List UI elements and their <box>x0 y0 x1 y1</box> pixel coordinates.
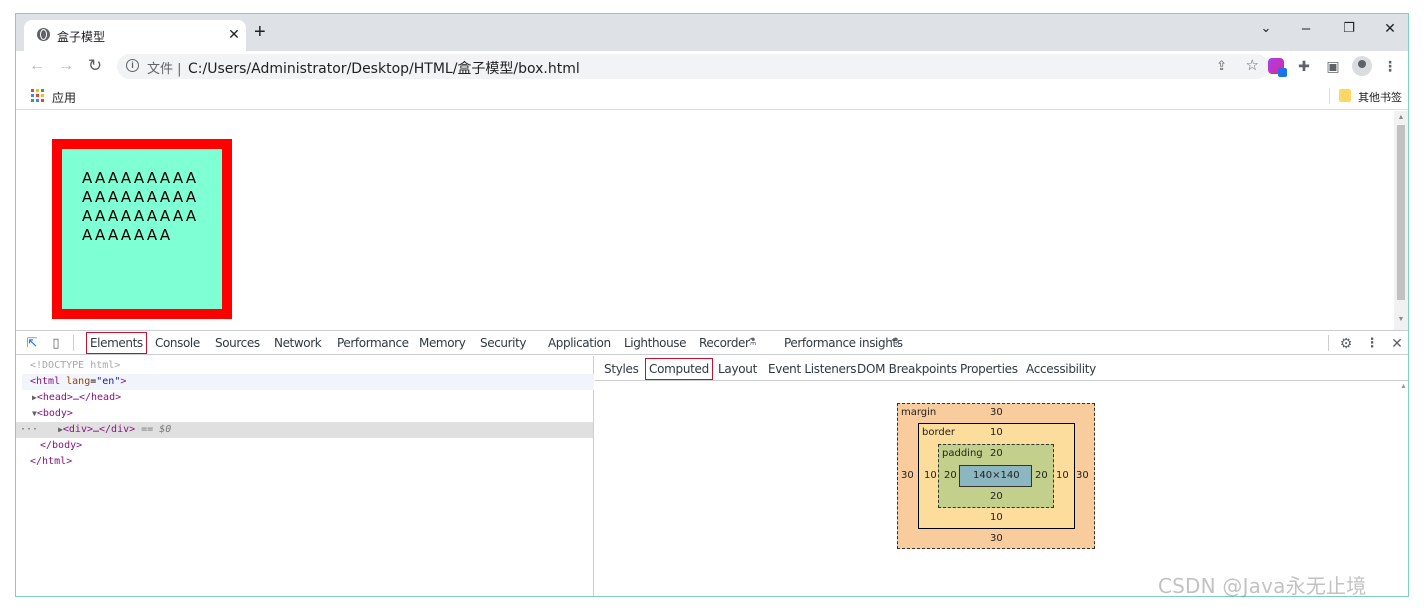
tab-strip: 盒子模型 ✕ + ⌄ – ❐ ✕ <box>16 14 1408 51</box>
address-bar[interactable]: i 文件 | C:/Users/Administrator/Desktop/HT… <box>117 54 1269 79</box>
border-top-value[interactable]: 10 <box>990 427 1003 439</box>
tab-recorder[interactable]: Recorder <box>699 336 750 350</box>
margin-right-value[interactable]: 30 <box>1076 470 1089 482</box>
site-info-icon[interactable]: i <box>126 59 139 72</box>
flask-icon: ⚗ <box>890 337 900 348</box>
share-icon[interactable]: ⇪ <box>1216 58 1227 74</box>
profile-avatar[interactable] <box>1352 56 1372 76</box>
tab-security[interactable]: Security <box>480 336 526 350</box>
body-node[interactable]: ▼<body> <box>32 406 609 422</box>
restore-button[interactable]: ❐ <box>1334 20 1364 36</box>
devtools-menu-icon[interactable]: ⋮ <box>1364 335 1380 351</box>
tab-performance[interactable]: Performance <box>337 336 409 350</box>
tab-network[interactable]: Network <box>274 336 322 350</box>
tab-dom-breakpoints[interactable]: DOM Breakpoints <box>857 362 957 376</box>
tab-layout[interactable]: Layout <box>718 362 757 376</box>
demo-box: AAAAAAAAAAAAAAAAAAAAAAAAAAAAAAAAAA <box>52 139 232 319</box>
apps-grid-icon[interactable] <box>31 89 44 102</box>
bookmarks-bar: 应用 其他书签 <box>16 83 1408 110</box>
elements-tree: <!DOCTYPE html> <html lang="en"> ▶<head>… <box>16 356 594 596</box>
browser-toolbar: ← → ↻ i 文件 | C:/Users/Administrator/Desk… <box>16 51 1408 81</box>
browser-tab[interactable]: 盒子模型 ✕ <box>24 20 246 51</box>
border-left-value[interactable]: 10 <box>924 470 937 482</box>
scroll-thumb[interactable] <box>1397 125 1405 300</box>
div-node-selected[interactable]: ··· ▶<div>…</div> == $0 <box>16 422 593 438</box>
back-button[interactable]: ← <box>26 56 48 76</box>
padding-left-value[interactable]: 20 <box>944 470 957 482</box>
tab-elements[interactable]: Elements <box>86 332 147 354</box>
forward-button[interactable]: → <box>55 56 77 76</box>
head-node[interactable]: ▶<head>…</head> <box>32 390 609 406</box>
reload-button[interactable]: ↻ <box>84 56 106 76</box>
inspect-element-icon[interactable]: ⇱ <box>24 335 40 351</box>
bookmark-star-icon[interactable]: ☆ <box>1246 56 1259 74</box>
flask-icon: ⚗ <box>747 337 757 348</box>
tab-search-icon[interactable]: ⌄ <box>1251 20 1281 36</box>
window-close-button[interactable]: ✕ <box>1375 20 1405 37</box>
content-size-value[interactable]: 140×140 <box>973 470 1020 482</box>
padding-top-value[interactable]: 20 <box>990 448 1003 460</box>
tab-application[interactable]: Application <box>548 336 611 350</box>
margin-bottom-value[interactable]: 30 <box>990 533 1003 545</box>
bookmarks-divider <box>1329 88 1330 104</box>
tab-lighthouse[interactable]: Lighthouse <box>624 336 687 350</box>
padding-bottom-value[interactable]: 20 <box>990 491 1003 503</box>
minimize-button[interactable]: – <box>1291 20 1321 37</box>
kebab-menu-icon[interactable]: ⋮ <box>1380 56 1400 76</box>
padding-label: padding <box>942 448 983 459</box>
devtools-panel: ⇱ ▯ Elements Console Sources Network Per… <box>16 330 1408 596</box>
folder-icon <box>1339 89 1351 102</box>
tab-memory[interactable]: Memory <box>419 336 466 350</box>
tab-properties[interactable]: Properties <box>960 362 1018 376</box>
box-text: AAAAAAAAAAAAAAAAAAAAAAAAAAAAAAAAAA <box>82 169 199 244</box>
tab-accessibility[interactable]: Accessibility <box>1026 362 1096 376</box>
border-label: border <box>922 427 956 438</box>
device-toolbar-icon[interactable]: ▯ <box>48 335 64 351</box>
devtools-close-icon[interactable]: ✕ <box>1389 335 1405 351</box>
page-scrollbar[interactable]: ▲ ▼ <box>1394 111 1408 330</box>
apps-bookmark-label[interactable]: 应用 <box>52 89 76 106</box>
side-panel-icon[interactable]: ▣ <box>1323 56 1343 76</box>
puzzle-icon[interactable]: ✚ <box>1294 56 1314 76</box>
gear-icon[interactable]: ⚙ <box>1338 335 1354 351</box>
url-text[interactable]: C:/Users/Administrator/Desktop/HTML/盒子模型… <box>188 58 580 78</box>
margin-left-value[interactable]: 30 <box>901 470 914 482</box>
padding-right-value[interactable]: 20 <box>1035 470 1048 482</box>
side-tab-bar: Styles Computed Layout Event Listeners D… <box>595 356 1408 381</box>
extension-color-icon[interactable] <box>1268 58 1287 77</box>
tab-styles[interactable]: Styles <box>604 362 639 376</box>
tab-performance-insights[interactable]: Performance insights <box>784 336 903 350</box>
globe-icon <box>37 28 50 41</box>
browser-window: 盒子模型 ✕ + ⌄ – ❐ ✕ ← → ↻ i 文件 | C:/Users/A… <box>15 13 1409 597</box>
scroll-down-arrow-icon[interactable]: ▼ <box>1397 316 1405 324</box>
html-node[interactable]: <html lang="en"> <box>22 374 594 390</box>
scroll-up-arrow-icon: ▲ <box>1400 383 1407 390</box>
pane-scrollbar[interactable]: ▲ <box>1398 381 1408 596</box>
tab-sources[interactable]: Sources <box>215 336 260 350</box>
tab-event-listeners[interactable]: Event Listeners <box>768 362 857 376</box>
page-viewport: AAAAAAAAAAAAAAAAAAAAAAAAAAAAAAAAAA ▲ ▼ <box>16 111 1408 330</box>
margin-label: margin <box>901 407 937 418</box>
html-close-node[interactable]: </html> <box>30 454 607 470</box>
tab-console[interactable]: Console <box>155 336 200 350</box>
border-right-value[interactable]: 10 <box>1056 470 1069 482</box>
computed-pane: Styles Computed Layout Event Listeners D… <box>595 356 1408 596</box>
toolbar-divider <box>1328 335 1329 351</box>
other-bookmarks-label[interactable]: 其他书签 <box>1358 89 1402 105</box>
scroll-up-arrow-icon[interactable]: ▲ <box>1397 114 1405 122</box>
tab-title: 盒子模型 <box>57 30 106 44</box>
doctype-node[interactable]: <!DOCTYPE html> <box>30 358 607 374</box>
tab-close-icon[interactable]: ✕ <box>226 26 242 42</box>
body-close-node[interactable]: </body> <box>40 438 617 454</box>
file-chip: 文件 | <box>147 62 182 77</box>
watermark: CSDN @Java永无止境 <box>1158 574 1367 598</box>
toolbar-divider <box>73 335 74 351</box>
border-bottom-value[interactable]: 10 <box>990 512 1003 524</box>
tab-computed[interactable]: Computed <box>645 358 713 380</box>
new-tab-button[interactable]: + <box>254 22 266 42</box>
margin-top-value[interactable]: 30 <box>990 407 1003 419</box>
devtools-tab-bar: ⇱ ▯ Elements Console Sources Network Per… <box>16 331 1408 355</box>
